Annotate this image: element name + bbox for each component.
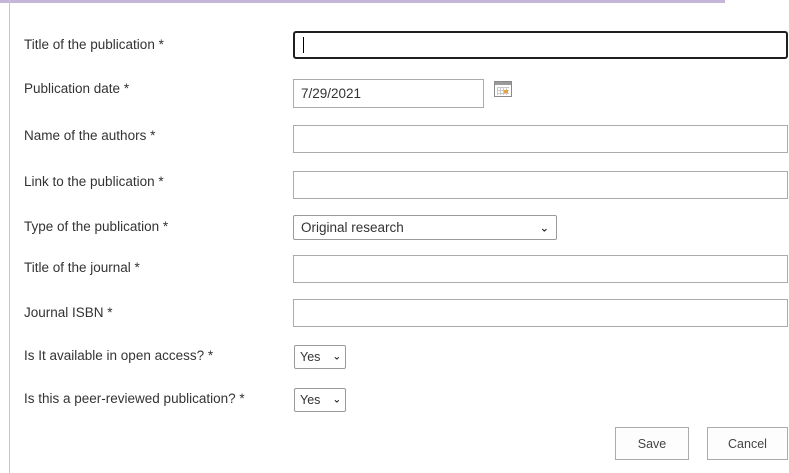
type-label: Type of the publication * [24, 219, 169, 234]
chevron-down-icon: ⌄ [332, 394, 341, 406]
publication-date-label: Publication date * [24, 81, 130, 96]
journal-title-label: Title of the journal * [24, 260, 140, 275]
calendar-icon[interactable] [494, 81, 512, 97]
publication-date-input[interactable]: 7/29/2021 [293, 79, 484, 108]
link-input[interactable] [293, 171, 788, 199]
title-publication-label: Title of the publication * [24, 37, 164, 52]
journal-isbn-label: Journal ISBN * [24, 305, 113, 320]
peer-reviewed-select[interactable]: Yes ⌄ [294, 388, 346, 412]
link-label: Link to the publication * [24, 174, 164, 189]
save-button[interactable]: Save [615, 427, 689, 460]
top-divider [0, 0, 725, 3]
open-access-selected-value: Yes [300, 350, 321, 364]
type-select[interactable]: Original research ⌄ [293, 215, 557, 240]
journal-title-input[interactable] [293, 255, 788, 283]
open-access-select[interactable]: Yes ⌄ [294, 345, 346, 369]
cancel-button[interactable]: Cancel [707, 427, 788, 460]
peer-reviewed-selected-value: Yes [300, 393, 321, 407]
calendar-header [495, 82, 511, 85]
text-cursor [303, 37, 304, 53]
authors-label: Name of the authors * [24, 128, 156, 143]
chevron-down-icon: ⌄ [539, 222, 549, 234]
type-selected-value: Original research [301, 220, 404, 235]
chevron-down-icon: ⌄ [332, 351, 341, 363]
calendar-today-marker [504, 90, 508, 93]
journal-isbn-input[interactable] [293, 299, 788, 327]
open-access-label: Is It available in open access? * [24, 348, 214, 363]
peer-reviewed-label: Is this a peer-reviewed publication? * [24, 391, 245, 406]
left-divider [9, 0, 10, 473]
title-publication-input[interactable] [293, 31, 788, 59]
authors-input[interactable] [293, 125, 788, 153]
